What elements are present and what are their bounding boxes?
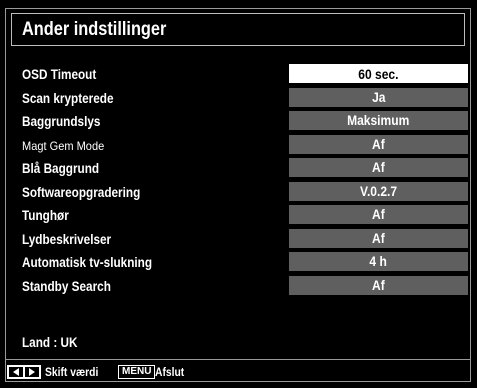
triangle-left-icon [9, 367, 23, 377]
footer-hints: Skift værdi MENU Afslut [5, 365, 471, 381]
setting-value-selector[interactable]: Af [289, 134, 468, 154]
setting-value: Af [372, 159, 385, 175]
setting-value-selector[interactable]: Af [289, 158, 468, 177]
setting-value: Af [372, 229, 385, 246]
setting-label: Softwareopgradering [22, 183, 141, 200]
footer-divider [5, 359, 471, 360]
setting-row-baggrundslys[interactable]: Baggrundslys Maksimum [0, 110, 477, 134]
setting-label: Lydbeskrivelser [22, 230, 112, 247]
setting-label: OSD Timeout [22, 66, 97, 82]
chevron-left-icon[interactable]: < [293, 65, 302, 82]
setting-value-selector[interactable]: < 60 sec. > [289, 64, 468, 83]
triangle-right-icon [25, 367, 39, 377]
setting-label: Blå Baggrund [22, 160, 100, 176]
chevron-right-icon[interactable]: > [455, 65, 464, 82]
setting-value-selector[interactable]: Ja [289, 87, 468, 107]
setting-row-scan-krypterede[interactable]: Scan krypterede Ja [0, 87, 477, 111]
country-indicator: Land : UK [22, 334, 78, 350]
setting-row-tunghoer[interactable]: Tunghør Af [0, 204, 477, 228]
exit-hint: Afslut [155, 365, 185, 379]
setting-value-selector[interactable]: Af [289, 205, 468, 224]
setting-label: Automatisk tv-slukning [22, 254, 153, 270]
page-title: Ander indstillinger [22, 19, 167, 40]
setting-value-selector[interactable]: V.0.2.7 [289, 181, 468, 201]
setting-value-selector[interactable]: Af [289, 228, 468, 248]
setting-value: Af [372, 135, 385, 152]
setting-value: Ja [371, 88, 386, 105]
setting-label: Standby Search [22, 277, 111, 294]
setting-row-standby-search[interactable]: Standby Search Af [0, 275, 477, 299]
left-right-keys [7, 365, 41, 379]
change-value-hint: Skift værdi [45, 365, 99, 379]
setting-value: 60 sec. [358, 66, 399, 82]
title-bar: Ander indstillinger [11, 13, 465, 46]
setting-value: V.0.2.7 [359, 182, 398, 199]
setting-value: Af [372, 206, 385, 222]
setting-row-softwareopgradering[interactable]: Softwareopgradering V.0.2.7 [0, 181, 477, 205]
setting-label: Tunghør [22, 207, 69, 223]
setting-label: Baggrundslys [22, 113, 101, 129]
setting-row-blaa-baggrund[interactable]: Blå Baggrund Af [0, 157, 477, 181]
setting-value: Maksimum [347, 112, 410, 128]
setting-value: Af [372, 276, 385, 293]
setting-row-automatisk-tv-slukning[interactable]: Automatisk tv-slukning 4 h [0, 251, 477, 275]
settings-list: OSD Timeout < 60 sec. > Scan krypterede … [0, 63, 477, 298]
setting-value-selector[interactable]: Maksimum [289, 111, 468, 130]
setting-row-lydbeskrivelser[interactable]: Lydbeskrivelser Af [0, 228, 477, 252]
setting-value-selector[interactable]: Af [289, 275, 468, 295]
setting-value: 4 h [369, 253, 388, 269]
setting-label: Magt Gem Mode [22, 138, 105, 153]
setting-value-selector[interactable]: 4 h [289, 252, 468, 271]
setting-label: Scan krypterede [22, 89, 114, 106]
setting-row-magt-gem-mode[interactable]: Magt Gem Mode Af [0, 134, 477, 158]
menu-key-icon: MENU [118, 365, 156, 379]
setting-row-osd-timeout[interactable]: OSD Timeout < 60 sec. > [0, 63, 477, 87]
